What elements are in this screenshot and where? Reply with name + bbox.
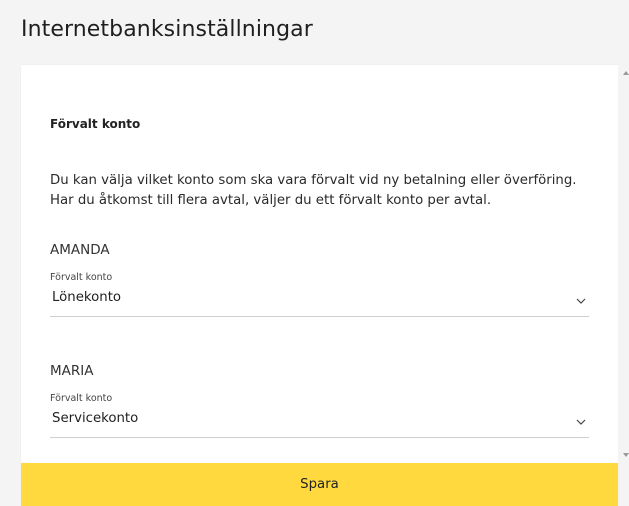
selected-account-value: Lönekonto (52, 290, 122, 305)
agreement-name: MARIA (50, 363, 94, 379)
chevron-down-icon (576, 298, 586, 304)
default-account-label: Förvalt konto (50, 393, 113, 404)
section-heading: Förvalt konto (50, 117, 141, 131)
scroll-up-arrow-icon[interactable] (623, 71, 629, 75)
scroll-down-arrow-icon[interactable] (623, 453, 629, 457)
default-account-label: Förvalt konto (50, 272, 113, 283)
default-account-panel: Förvalt konto Du kan välja vilket konto … (21, 65, 629, 506)
vertical-scrollbar[interactable] (618, 65, 629, 463)
intro-text: Du kan välja vilket konto som ska vara f… (50, 173, 577, 208)
settings-scroll-region[interactable]: Förvalt konto Du kan välja vilket konto … (21, 65, 618, 463)
save-button[interactable]: Spara (21, 463, 618, 506)
default-account-select-maria[interactable]: Servicekonto (50, 407, 589, 438)
agreement-name: AMANDA (50, 242, 110, 258)
agreement-maria: MARIA Förvalt konto Servicekonto (50, 362, 589, 438)
agreement-amanda: AMANDA Förvalt konto Lönekonto (50, 241, 589, 317)
chevron-down-icon (576, 419, 586, 425)
page-title: Internetbanksinställningar (21, 17, 313, 42)
default-account-select-amanda[interactable]: Lönekonto (50, 286, 589, 317)
selected-account-value: Servicekonto (52, 411, 139, 426)
